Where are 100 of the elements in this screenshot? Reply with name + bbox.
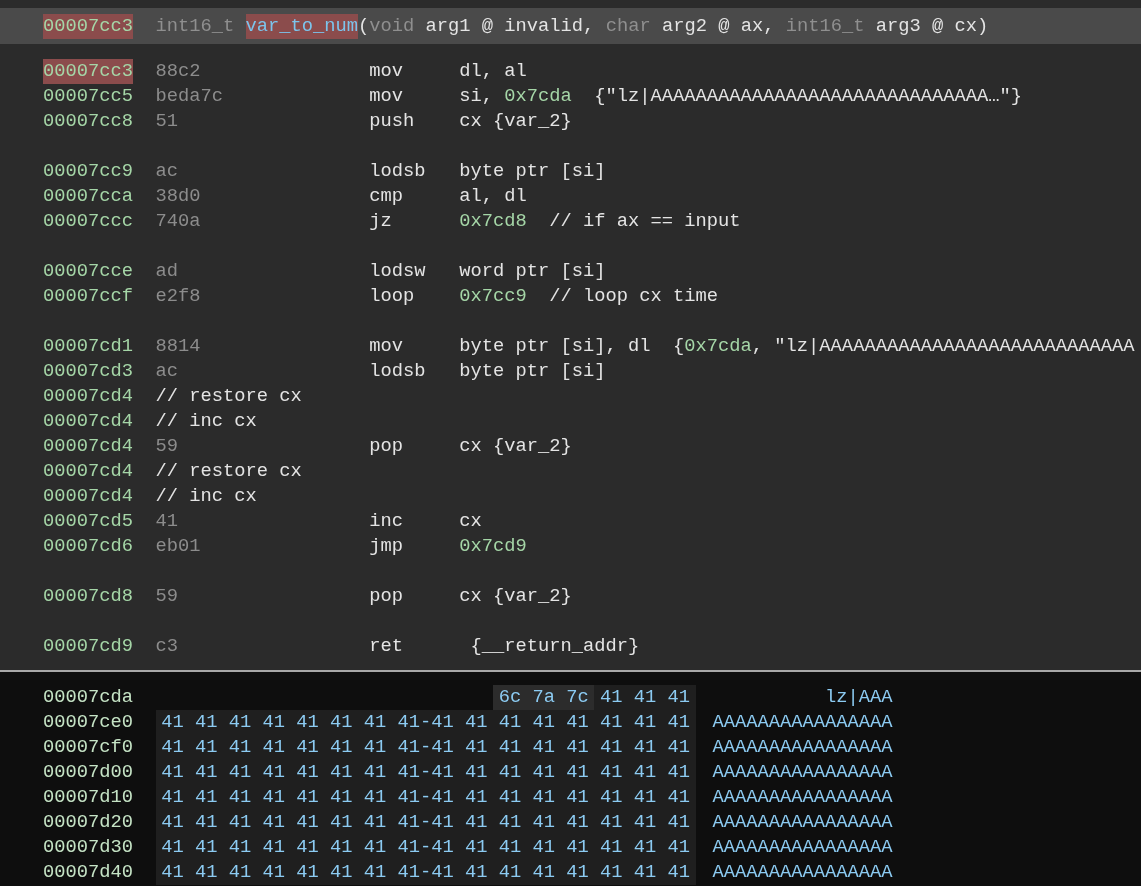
hex-byte[interactable]: 41: [189, 709, 224, 735]
address-link[interactable]: 0x7cd8: [459, 208, 527, 234]
hex-byte[interactable]: 41: [459, 734, 494, 760]
hex-byte[interactable]: 41: [391, 834, 420, 860]
hex-byte[interactable]: 41: [223, 709, 257, 735]
hex-byte[interactable]: 41: [526, 759, 561, 785]
hex-byte[interactable]: 41: [560, 859, 595, 885]
hex-byte[interactable]: 41: [560, 734, 595, 760]
hex-byte[interactable]: 41: [526, 834, 561, 860]
hex-byte[interactable]: 41: [459, 834, 494, 860]
address-link[interactable]: 0x7cd9: [459, 533, 527, 559]
hex-byte[interactable]: 41: [290, 709, 325, 735]
instruction-address[interactable]: 00007cc8: [43, 108, 133, 134]
hex-byte[interactable]: 41: [189, 759, 224, 785]
hex-byte[interactable]: 41: [431, 784, 460, 810]
instruction-address[interactable]: 00007cd6: [43, 533, 133, 559]
hex-byte[interactable]: 41: [431, 834, 460, 860]
hex-byte[interactable]: 41: [459, 859, 494, 885]
hex-byte[interactable]: 41: [526, 734, 561, 760]
hex-byte[interactable]: 41: [358, 834, 392, 860]
instruction-address[interactable]: 00007cd4: [43, 483, 133, 509]
hex-byte[interactable]: 41: [526, 709, 561, 735]
hex-byte[interactable]: 41: [661, 684, 696, 710]
hex-byte[interactable]: 41: [628, 834, 662, 860]
hex-byte[interactable]: 41: [459, 784, 494, 810]
hex-byte[interactable]: 41: [189, 784, 224, 810]
hex-byte[interactable]: 41: [661, 734, 696, 760]
hex-byte[interactable]: 41: [290, 734, 325, 760]
instruction-address[interactable]: 00007ccf: [43, 283, 133, 309]
hex-byte[interactable]: 41: [391, 734, 420, 760]
hex-byte[interactable]: 41: [256, 734, 291, 760]
hex-byte[interactable]: 41: [223, 809, 257, 835]
hex-byte[interactable]: 41: [594, 709, 629, 735]
hex-byte[interactable]: 41: [661, 709, 696, 735]
hex-byte[interactable]: 7c: [560, 684, 595, 710]
hex-byte[interactable]: 41: [628, 759, 662, 785]
hex-byte[interactable]: 41: [155, 834, 190, 860]
instruction-address[interactable]: 00007cc9: [43, 158, 133, 184]
hex-byte[interactable]: 41: [628, 859, 662, 885]
hex-byte[interactable]: 41: [628, 784, 662, 810]
hex-byte[interactable]: 41: [358, 734, 392, 760]
hex-byte[interactable]: 41: [391, 809, 420, 835]
hex-byte[interactable]: 41: [431, 709, 460, 735]
hex-byte[interactable]: 41: [324, 759, 359, 785]
hex-byte[interactable]: 41: [560, 809, 595, 835]
address-link[interactable]: 0x7cda: [684, 333, 752, 359]
hex-byte[interactable]: 41: [661, 809, 696, 835]
hex-byte[interactable]: 41: [493, 784, 527, 810]
instruction-address[interactable]: 00007cd4: [43, 433, 133, 459]
hex-byte[interactable]: 41: [628, 709, 662, 735]
hex-byte[interactable]: 41: [189, 809, 224, 835]
hex-byte[interactable]: 41: [256, 759, 291, 785]
hex-byte[interactable]: 41: [290, 784, 325, 810]
hex-byte[interactable]: 41: [358, 759, 392, 785]
hex-byte[interactable]: 41: [391, 784, 420, 810]
hex-byte[interactable]: 41: [324, 809, 359, 835]
hex-byte[interactable]: 41: [431, 859, 460, 885]
instruction-address[interactable]: 00007cc3: [43, 58, 133, 84]
hex-byte[interactable]: 41: [661, 759, 696, 785]
hex-byte[interactable]: 41: [155, 709, 190, 735]
instruction-address[interactable]: 00007cd3: [43, 358, 133, 384]
hex-byte[interactable]: 41: [324, 784, 359, 810]
hex-byte[interactable]: 41: [661, 834, 696, 860]
hex-byte[interactable]: 41: [594, 834, 629, 860]
hex-byte[interactable]: 41: [391, 709, 420, 735]
hex-byte[interactable]: 41: [223, 784, 257, 810]
hex-byte[interactable]: 41: [256, 709, 291, 735]
hex-byte[interactable]: 41: [256, 859, 291, 885]
instruction-address[interactable]: 00007ccc: [43, 208, 133, 234]
hex-byte[interactable]: 41: [628, 684, 662, 710]
hex-byte[interactable]: 41: [324, 734, 359, 760]
hex-byte[interactable]: 41: [256, 784, 291, 810]
hex-byte[interactable]: 41: [290, 809, 325, 835]
hex-byte[interactable]: 41: [290, 834, 325, 860]
hex-byte[interactable]: 41: [256, 809, 291, 835]
hex-byte[interactable]: 41: [324, 834, 359, 860]
hex-byte[interactable]: 41: [526, 859, 561, 885]
hex-byte[interactable]: 41: [594, 859, 629, 885]
hex-byte[interactable]: 41: [155, 784, 190, 810]
hex-byte[interactable]: 41: [256, 834, 291, 860]
hex-byte[interactable]: 41: [189, 834, 224, 860]
hex-byte[interactable]: 41: [560, 759, 595, 785]
hex-byte[interactable]: 41: [493, 734, 527, 760]
hex-byte[interactable]: 41: [391, 859, 420, 885]
hex-byte[interactable]: 41: [290, 759, 325, 785]
hex-byte[interactable]: 41: [661, 784, 696, 810]
instruction-address[interactable]: 00007cc5: [43, 83, 133, 109]
instruction-address[interactable]: 00007cd9: [43, 633, 133, 659]
instruction-address[interactable]: 00007cce: [43, 258, 133, 284]
hex-byte[interactable]: 41: [459, 759, 494, 785]
address-link[interactable]: 0x7cc9: [459, 283, 527, 309]
instruction-address[interactable]: 00007cd4: [43, 408, 133, 434]
hex-byte[interactable]: 41: [594, 734, 629, 760]
hex-byte[interactable]: 41: [594, 784, 629, 810]
hex-byte[interactable]: 41: [223, 834, 257, 860]
instruction-address[interactable]: 00007cd1: [43, 333, 133, 359]
hex-byte[interactable]: 41: [560, 784, 595, 810]
hex-byte[interactable]: 41: [493, 709, 527, 735]
hex-byte[interactable]: 41: [155, 759, 190, 785]
hex-byte[interactable]: 41: [189, 859, 224, 885]
